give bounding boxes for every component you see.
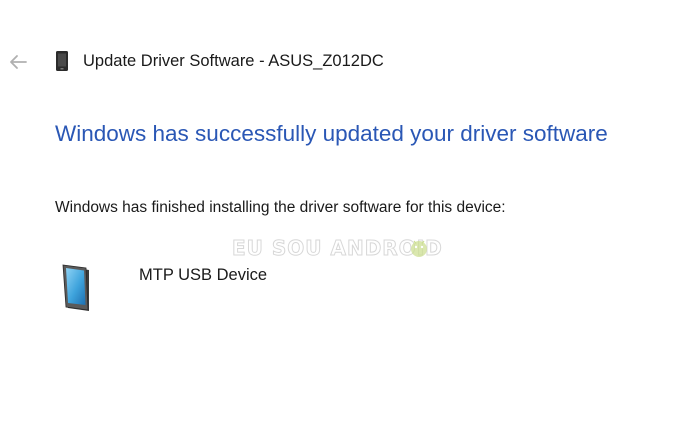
phone-icon bbox=[56, 51, 68, 71]
back-arrow-icon[interactable] bbox=[6, 50, 30, 74]
success-heading: Windows has successfully updated your dr… bbox=[55, 121, 608, 146]
window-title: Update Driver Software - ASUS_Z012DC bbox=[83, 52, 384, 70]
device-list-item: MTP USB Device bbox=[62, 260, 462, 316]
android-logo-icon bbox=[411, 240, 427, 257]
device-name: MTP USB Device bbox=[139, 266, 268, 284]
window-header: Update Driver Software - ASUS_Z012DC bbox=[0, 46, 696, 78]
watermark: EU SOU ANDROID bbox=[232, 234, 443, 262]
update-driver-window: Update Driver Software - ASUS_Z012DC Win… bbox=[0, 0, 696, 442]
phone-icon bbox=[62, 264, 89, 311]
install-message: Windows has finished installing the driv… bbox=[55, 199, 506, 216]
